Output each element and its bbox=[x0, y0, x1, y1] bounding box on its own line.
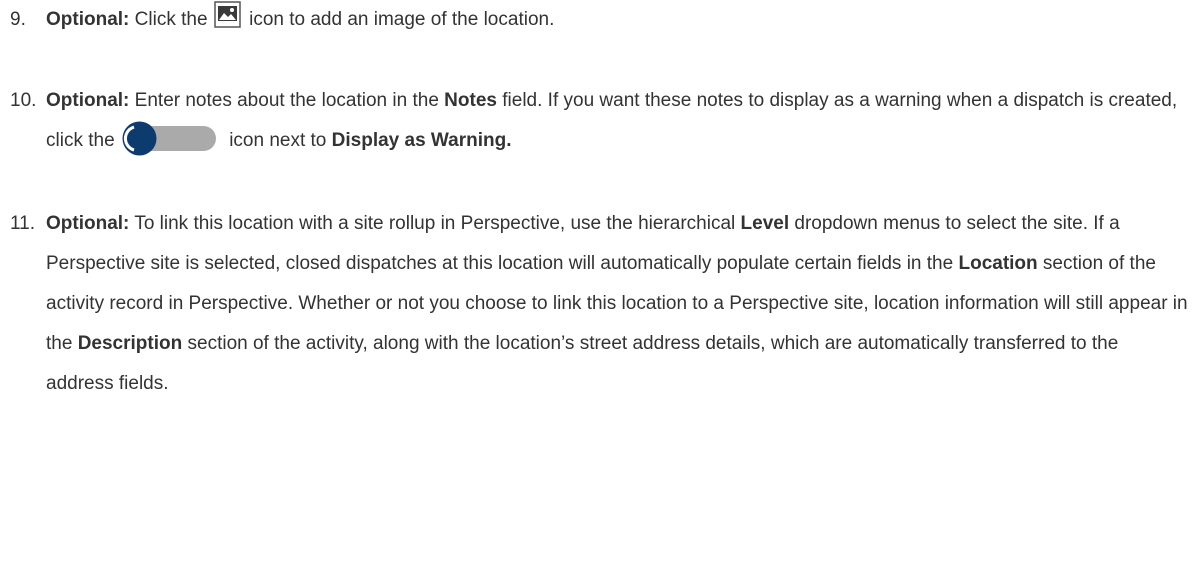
level-label: Level bbox=[740, 213, 790, 234]
toggle-switch-icon bbox=[122, 121, 218, 156]
step-number: 11. bbox=[10, 213, 36, 234]
step-body: Optional: Click the icon to add an image… bbox=[46, 0, 1190, 40]
step-9: 9. Optional: Click the icon to add an im… bbox=[10, 0, 1190, 40]
step-number: 10. bbox=[10, 90, 37, 111]
location-label: Location bbox=[958, 253, 1038, 274]
step-10: 10. Optional: Enter notes about the loca… bbox=[10, 81, 1190, 161]
step-text: Enter notes about the location in the bbox=[129, 90, 445, 111]
optional-label: Optional: bbox=[46, 213, 130, 234]
step-text: icon to add an image of the location. bbox=[243, 9, 555, 30]
step-body: Optional: Enter notes about the location… bbox=[46, 81, 1190, 161]
step-text: section of the activity, along with the … bbox=[46, 333, 1119, 394]
step-11: 11. Optional: To link this location with… bbox=[10, 204, 1190, 404]
instruction-steps: 9. Optional: Click the icon to add an im… bbox=[0, 0, 1202, 575]
step-number: 9. bbox=[10, 9, 26, 30]
step-text: Click the bbox=[129, 9, 213, 30]
step-text: icon next to bbox=[223, 130, 332, 151]
notes-field-name: Notes bbox=[444, 90, 497, 111]
optional-label: Optional: bbox=[46, 90, 130, 111]
step-text: To link this location with a site rollup… bbox=[129, 213, 741, 234]
step-body: Optional: To link this location with a s… bbox=[46, 204, 1190, 404]
image-icon bbox=[214, 1, 241, 28]
optional-label: Optional: bbox=[46, 9, 130, 30]
description-label: Description bbox=[77, 333, 183, 354]
display-as-warning-label: Display as Warning. bbox=[331, 130, 512, 151]
